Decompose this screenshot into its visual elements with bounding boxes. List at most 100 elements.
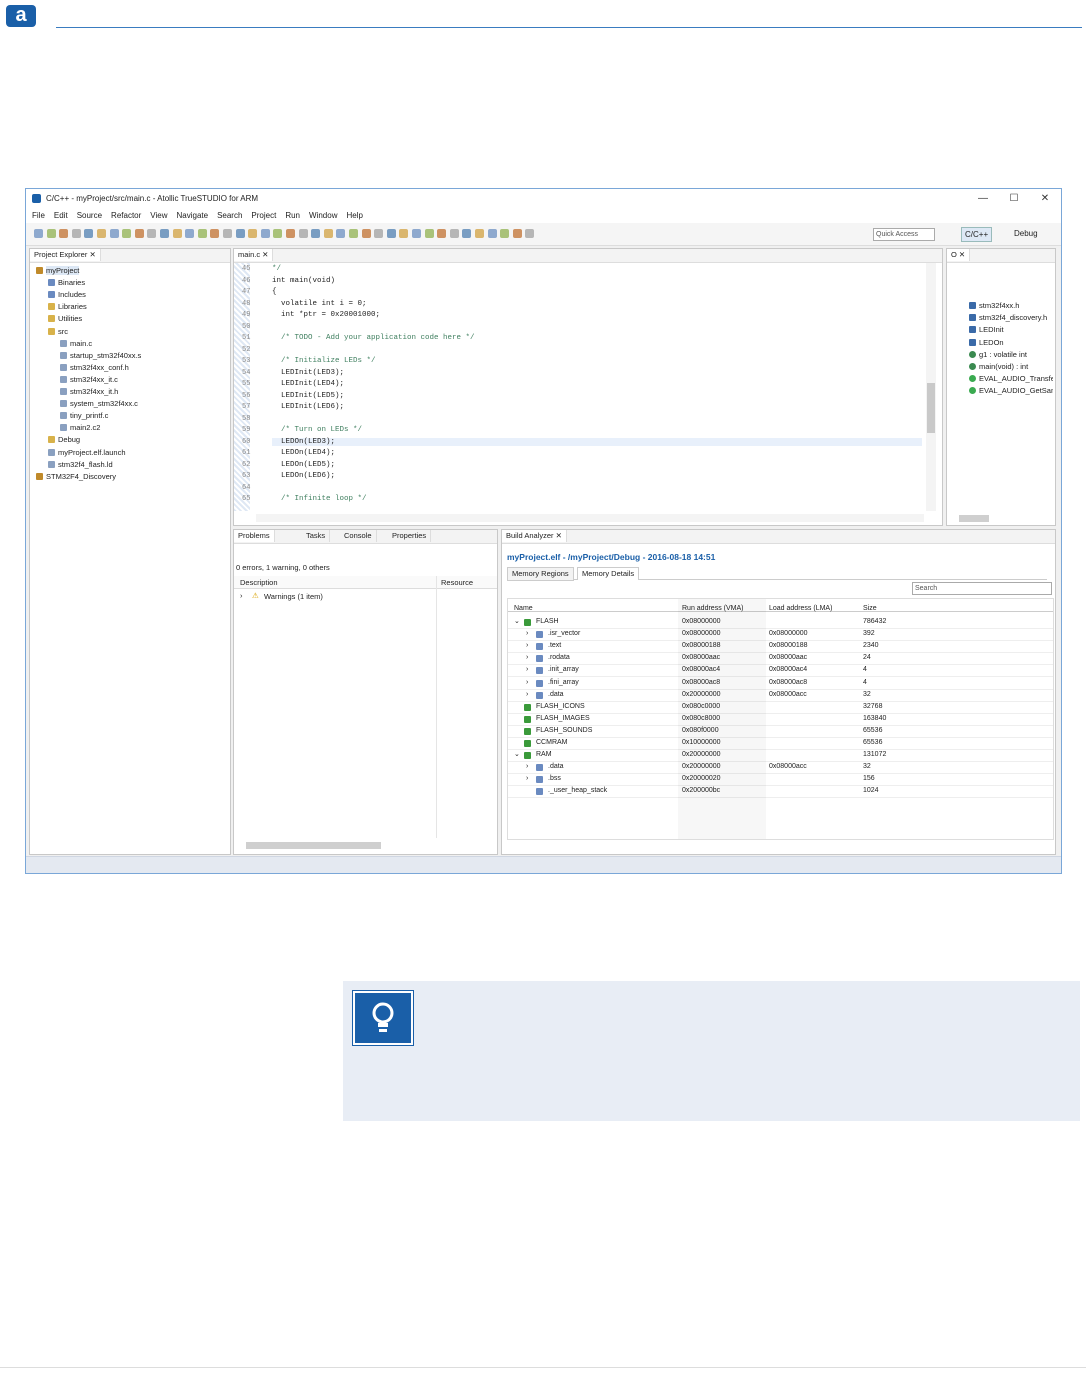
tree-item[interactable]: Includes [48, 290, 86, 299]
toolbar-button-icon[interactable] [412, 229, 421, 238]
col-description[interactable]: Description [240, 578, 278, 587]
memory-row[interactable]: FLASH_ICONS 0x080c0000 32768 [508, 701, 1053, 714]
toolbar-button-icon[interactable] [311, 229, 321, 238]
toolbar-button-icon[interactable] [374, 229, 384, 238]
tab-build-analyzer[interactable]: Build Analyzer ✕ [502, 530, 567, 542]
toolbar-button-icon[interactable] [59, 229, 69, 238]
col-name[interactable]: Name [514, 603, 533, 615]
toolbar-button-icon[interactable] [475, 229, 484, 238]
toolbar-button-icon[interactable] [122, 229, 132, 238]
memory-row[interactable]: › .rodata 0x08000aac 0x08000aac 24 [508, 652, 1053, 666]
toolbar-button-icon[interactable] [248, 229, 258, 238]
toolbar-button-icon[interactable] [386, 229, 396, 238]
memory-row[interactable]: › .data 0x20000000 0x08000acc 32 [508, 761, 1053, 775]
tab-project-explorer[interactable]: Project Explorer ✕ [30, 249, 101, 261]
perspective-debug[interactable]: Debug [1011, 227, 1041, 240]
expand-icon[interactable]: › [526, 652, 528, 664]
tree-item[interactable]: stm32f4_flash.ld [48, 460, 113, 469]
tab-properties[interactable]: Properties [388, 530, 432, 542]
toolbar-button-icon[interactable] [210, 229, 220, 238]
expand-icon[interactable]: › [526, 689, 528, 701]
toolbar-button-icon[interactable] [500, 229, 510, 238]
toolbar-button-icon[interactable] [134, 229, 144, 238]
tree-item[interactable]: tiny_printf.c [60, 411, 108, 420]
toolbar-button-icon[interactable] [399, 229, 409, 238]
outline-item[interactable]: EVAL_AUDIO_GetSample [969, 386, 1053, 395]
tree-item[interactable]: main.c [60, 339, 92, 348]
toolbar-button-icon[interactable] [323, 229, 333, 238]
tree-item[interactable]: main2.c2 [60, 423, 100, 432]
warnings-row[interactable]: › ⚠ Warnings (1 item) [234, 590, 497, 602]
memory-row[interactable]: ⌄ RAM 0x20000000 131072 [508, 749, 1053, 763]
toolbar-button-icon[interactable] [260, 229, 270, 238]
tree-item[interactable]: src [48, 327, 68, 336]
memory-row[interactable]: ⌄ FLASH 0x08000000 786432 [508, 616, 1053, 629]
maximize-button[interactable]: ☐ [1007, 193, 1021, 205]
menu-source[interactable]: Source [77, 209, 102, 223]
tab-memory-details[interactable]: Memory Details [577, 567, 640, 580]
col-lma[interactable]: Load address (LMA) [769, 603, 832, 615]
memory-row[interactable]: CCMRAM 0x10000000 65536 [508, 737, 1053, 750]
menu-project[interactable]: Project [251, 209, 276, 223]
expand-icon[interactable]: ⌄ [514, 616, 520, 628]
toolbar-button-icon[interactable] [34, 229, 43, 238]
tree-item[interactable]: Libraries [48, 302, 87, 311]
expand-icon[interactable]: › [526, 677, 528, 689]
col-resource[interactable]: Resource [441, 578, 473, 587]
memory-row[interactable]: › .fini_array 0x08000ac8 0x08000ac8 4 [508, 677, 1053, 690]
toolbar-button-icon[interactable] [437, 229, 447, 238]
toolbar-button-icon[interactable] [462, 229, 472, 238]
menu-search[interactable]: Search [217, 209, 242, 223]
code-area[interactable]: 45 */ 46 int main(void) 47 {48 volatile int i… [234, 263, 924, 511]
outline-item[interactable]: main(void) : int [969, 362, 1053, 371]
minimize-button[interactable]: — [976, 193, 990, 205]
tree-item[interactable]: STM32F4_Discovery [36, 472, 116, 481]
expand-icon[interactable]: › [526, 664, 528, 676]
tree-item[interactable]: myProject.elf.launch [48, 448, 126, 457]
toolbar-button-icon[interactable] [286, 229, 295, 238]
expand-icon[interactable]: › [526, 761, 528, 773]
toolbar-button-icon[interactable] [147, 229, 157, 238]
outline-item[interactable]: stm32f4_discovery.h [969, 313, 1053, 322]
toolbar-button-icon[interactable] [197, 229, 207, 238]
quick-access-input[interactable]: Quick Access [873, 228, 935, 241]
menu-file[interactable]: File [32, 209, 45, 223]
toolbar-button-icon[interactable] [109, 229, 119, 238]
toolbar-button-icon[interactable] [97, 229, 106, 238]
menu-run[interactable]: Run [285, 209, 300, 223]
problems-scroll-thumb[interactable] [246, 842, 381, 849]
toolbar-button-icon[interactable] [84, 229, 94, 238]
menu-navigate[interactable]: Navigate [176, 209, 208, 223]
tree-item[interactable]: stm32f4xx_it.h [60, 387, 118, 396]
toolbar-button-icon[interactable] [273, 229, 283, 238]
toolbar-button-icon[interactable] [46, 229, 56, 238]
toolbar-button-icon[interactable] [235, 229, 245, 238]
memory-search-input[interactable]: Search [912, 582, 1052, 595]
tab-memory-regions[interactable]: Memory Regions [507, 567, 574, 581]
memory-row[interactable]: › .bss 0x20000020 156 [508, 773, 1053, 787]
editor-scroll-thumb[interactable] [927, 383, 935, 433]
toolbar-button-icon[interactable] [172, 229, 182, 238]
outline-item[interactable]: LEDInit [969, 325, 1053, 334]
toolbar-button-icon[interactable] [336, 229, 346, 238]
toolbar-button-icon[interactable] [361, 229, 371, 238]
menu-window[interactable]: Window [309, 209, 337, 223]
toolbar-button-icon[interactable] [223, 229, 232, 238]
menu-edit[interactable]: Edit [54, 209, 68, 223]
tab-console[interactable]: Console [340, 530, 377, 542]
outline-item[interactable]: g1 : volatile int [969, 350, 1053, 359]
expand-icon[interactable]: › [526, 773, 528, 785]
outline-scroll-thumb[interactable] [959, 515, 989, 522]
tree-item[interactable]: stm32f4xx_it.c [60, 375, 118, 384]
toolbar-button-icon[interactable] [298, 229, 308, 238]
toolbar-button-icon[interactable] [487, 229, 497, 238]
outline-item[interactable]: stm32f4xx.h [969, 301, 1053, 310]
menu-view[interactable]: View [150, 209, 167, 223]
memory-row[interactable]: › .text 0x08000188 0x08000188 2340 [508, 640, 1053, 654]
expand-icon[interactable]: › [526, 628, 528, 640]
close-button[interactable]: ✕ [1038, 193, 1052, 205]
toolbar-button-icon[interactable] [71, 229, 81, 238]
toolbar-button-icon[interactable] [424, 229, 434, 238]
memory-row[interactable]: ._user_heap_stack 0x200000bc 1024 [508, 785, 1053, 799]
col-size[interactable]: Size [863, 603, 877, 615]
